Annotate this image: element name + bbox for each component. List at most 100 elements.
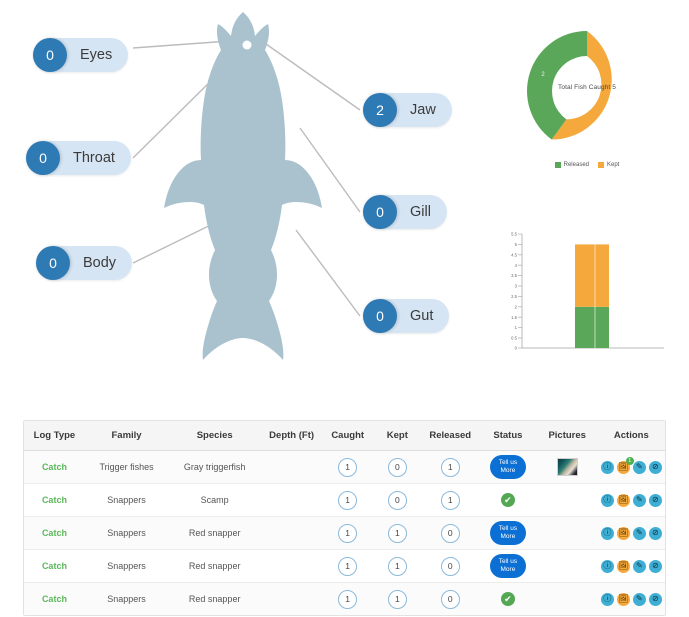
image-icon[interactable]: 🖼: [616, 493, 630, 507]
family-value: Snappers: [107, 594, 146, 604]
fish-eye: [242, 40, 252, 50]
injury-pill-gill-label: Gill: [410, 204, 431, 220]
cell-log-type: Catch: [24, 549, 85, 583]
edit-icon[interactable]: ✎: [632, 592, 646, 606]
tell-us-more-line1: Tell us: [498, 525, 518, 532]
log-type-link[interactable]: Catch: [42, 528, 67, 538]
ban-icon[interactable]: ⊘: [648, 526, 662, 540]
cell-caught: 1: [322, 483, 374, 517]
cell-status: Tell us More: [479, 516, 537, 550]
ban-icon[interactable]: ⊘: [648, 460, 662, 474]
cell-log-type: Catch: [24, 450, 85, 484]
tell-us-more-line1: Tell us: [498, 558, 518, 565]
injury-pill-eyes[interactable]: 0 Eyes: [33, 38, 129, 72]
injury-pill-jaw[interactable]: 2 Jaw: [363, 93, 452, 127]
catch-stacked-bar-chart: 5.5 5 4.5 4 3.5 3 2.5 2 1.5 1 0.5 0: [496, 226, 676, 366]
edit-icon[interactable]: ✎: [632, 559, 646, 573]
released-count: 0: [440, 523, 460, 543]
column-header-pictures[interactable]: Pictures: [536, 421, 598, 451]
image-icon[interactable]: 🖼 1: [616, 456, 634, 474]
cell-actions: ⓘ 🖼 ✎ ⊘: [597, 516, 665, 550]
column-header-family[interactable]: Family: [84, 421, 169, 451]
fish-caught-donut-chart: 2 3 Total Fish Caught 5 Released Kept: [492, 26, 682, 191]
cell-log-type: Catch: [24, 583, 85, 616]
cell-family: Trigger fishes: [84, 450, 169, 484]
cell-species: Red snapper: [168, 583, 261, 616]
info-icon[interactable]: ⓘ: [600, 526, 614, 540]
cell-status: Tell us More: [479, 450, 537, 484]
edit-icon[interactable]: ✎: [632, 526, 646, 540]
log-type-link[interactable]: Catch: [42, 462, 67, 472]
edit-icon[interactable]: ✎: [632, 460, 646, 474]
svg-text:0.5: 0.5: [511, 336, 517, 341]
cell-family: Snappers: [85, 583, 168, 616]
legend-item-released[interactable]: Released: [554, 162, 589, 168]
catch-log-table-container: Log Type Family Species Depth (Ft) Caugh…: [23, 420, 666, 616]
legend-swatch-kept: [598, 162, 604, 168]
injury-pill-throat[interactable]: 0 Throat: [26, 141, 131, 175]
cell-caught: 1: [322, 516, 374, 550]
legend-item-kept[interactable]: Kept: [598, 162, 619, 168]
cell-actions: ⓘ 🖼 ✎ ⊘: [598, 583, 665, 616]
family-value: Snappers: [107, 561, 146, 571]
table-row: Catch Trigger fishes Gray triggerfish 1 0 1 Te…: [24, 450, 665, 484]
injury-pill-gut[interactable]: 0 Gut: [363, 299, 450, 333]
image-icon[interactable]: 🖼: [616, 559, 630, 573]
info-icon[interactable]: ⓘ: [600, 460, 614, 474]
injury-pill-gill-count: 0: [363, 195, 397, 229]
tell-us-more-button[interactable]: Tell us More: [489, 455, 526, 479]
log-type-link[interactable]: Catch: [42, 594, 67, 604]
cell-caught: 1: [322, 583, 373, 616]
ban-icon[interactable]: ⊘: [648, 559, 662, 573]
column-header-species[interactable]: Species: [168, 421, 262, 451]
column-header-depth[interactable]: Depth (Ft): [261, 421, 323, 451]
catch-log-table: Log Type Family Species Depth (Ft) Caugh…: [24, 421, 665, 615]
released-count: 1: [440, 457, 460, 477]
ban-icon[interactable]: ⊘: [648, 592, 662, 606]
cell-released: 0: [421, 516, 480, 550]
cell-family: Snappers: [84, 483, 169, 517]
column-header-status[interactable]: Status: [479, 421, 537, 451]
info-icon[interactable]: ⓘ: [600, 592, 614, 606]
cell-kept: 0: [373, 450, 422, 484]
cell-log-type: Catch: [24, 516, 85, 550]
cell-depth: [261, 549, 323, 583]
bar-segment-kept[interactable]: [575, 244, 609, 307]
info-icon[interactable]: ⓘ: [600, 559, 614, 573]
released-count: 1: [440, 490, 460, 510]
injury-pill-gill[interactable]: 0 Gill: [363, 195, 447, 229]
catch-photo-thumbnail[interactable]: [556, 458, 578, 476]
image-icon[interactable]: 🖼: [616, 592, 630, 606]
injury-pill-throat-count: 0: [26, 141, 60, 175]
column-header-log-type[interactable]: Log Type: [24, 421, 85, 451]
tell-us-more-line1: Tell us: [498, 459, 518, 466]
column-header-caught[interactable]: Caught: [322, 421, 374, 451]
caught-count: 1: [338, 457, 358, 477]
column-header-actions[interactable]: Actions: [597, 421, 665, 451]
bar-segment-released[interactable]: [575, 306, 609, 348]
cell-pictures: [536, 516, 598, 550]
info-icon[interactable]: ⓘ: [600, 493, 614, 507]
log-type-link[interactable]: Catch: [42, 495, 67, 505]
species-value: Red snapper: [188, 528, 241, 538]
log-type-link[interactable]: Catch: [42, 561, 67, 571]
cell-kept: 0: [373, 483, 422, 517]
table-header: Log Type Family Species Depth (Ft) Caugh…: [24, 421, 665, 451]
family-value: Snappers: [107, 528, 146, 538]
cell-depth: [261, 583, 322, 616]
svg-text:5.5: 5.5: [511, 232, 517, 237]
donut-center-label: Total Fish Caught 5: [558, 84, 616, 91]
image-icon[interactable]: 🖼: [616, 526, 630, 540]
tell-us-more-button[interactable]: Tell us More: [489, 521, 526, 545]
column-header-released[interactable]: Released: [421, 421, 480, 451]
svg-text:1.5: 1.5: [511, 315, 517, 320]
svg-text:4: 4: [515, 263, 518, 268]
cell-family: Snappers: [84, 549, 169, 583]
injury-pill-jaw-count: 2: [363, 93, 397, 127]
injury-pill-body-count: 0: [36, 246, 70, 280]
edit-icon[interactable]: ✎: [632, 493, 646, 507]
tell-us-more-button[interactable]: Tell us More: [489, 554, 526, 578]
injury-pill-body[interactable]: 0 Body: [36, 246, 133, 280]
ban-icon[interactable]: ⊘: [648, 493, 662, 507]
column-header-kept[interactable]: Kept: [373, 421, 422, 451]
